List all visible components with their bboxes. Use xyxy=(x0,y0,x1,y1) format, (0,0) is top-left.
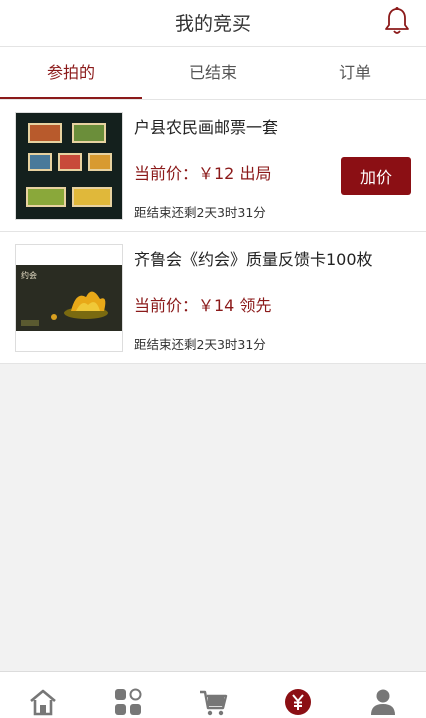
list-item[interactable]: 约会 齐鲁会《约会》质量反馈卡100枚 当前价：￥14 领先 距结束还剩2天3时… xyxy=(0,232,426,364)
current-price: 当前价：￥14 领先 xyxy=(134,296,272,315)
home-icon xyxy=(29,689,56,716)
item-title: 户县农民画邮票一套 xyxy=(134,118,279,137)
nav-cart[interactable] xyxy=(170,672,255,718)
tab-orders-label: 订单 xyxy=(338,63,371,82)
tab-ended-label: 已结束 xyxy=(188,63,237,82)
nav-category[interactable] xyxy=(85,672,170,718)
active-tab-indicator xyxy=(0,97,142,99)
auction-list: 户县农民画邮票一套 当前价：￥12 出局 距结束还剩2天3时31分 加价 约会 … xyxy=(0,100,426,364)
tab-bidding-label: 参拍的 xyxy=(46,63,95,82)
time-remaining: 距结束还剩2天3时31分 xyxy=(134,205,266,220)
nav-profile[interactable] xyxy=(340,672,425,718)
category-icon xyxy=(114,688,141,715)
stamp-set-image xyxy=(15,112,123,220)
tab-bar: 参拍的 已结束 订单 xyxy=(0,47,426,100)
current-price: 当前价：￥12 出局 xyxy=(134,164,272,183)
bell-icon[interactable] xyxy=(384,6,410,36)
yuan-icon xyxy=(284,689,311,715)
tab-bidding[interactable]: 参拍的 xyxy=(0,47,142,99)
page-title: 我的竞买 xyxy=(174,13,251,35)
tab-orders[interactable]: 订单 xyxy=(284,47,426,99)
cart-icon xyxy=(199,690,227,716)
bottom-nav xyxy=(0,671,426,718)
item-title: 齐鲁会《约会》质量反馈卡100枚 xyxy=(134,250,373,269)
nav-my-bids[interactable] xyxy=(255,672,340,718)
tab-ended[interactable]: 已结束 xyxy=(142,47,284,99)
list-item[interactable]: 户县农民画邮票一套 当前价：￥12 出局 距结束还剩2天3时31分 加价 xyxy=(0,100,426,232)
top-bar: 我的竞买 xyxy=(0,0,426,47)
feedback-card-image: 约会 xyxy=(15,244,123,352)
time-remaining: 距结束还剩2天3时31分 xyxy=(134,337,266,352)
user-icon xyxy=(370,689,395,715)
raise-bid-button[interactable]: 加价 xyxy=(341,157,411,195)
nav-home[interactable] xyxy=(0,672,85,718)
thumb-caption: 约会 xyxy=(21,270,37,280)
